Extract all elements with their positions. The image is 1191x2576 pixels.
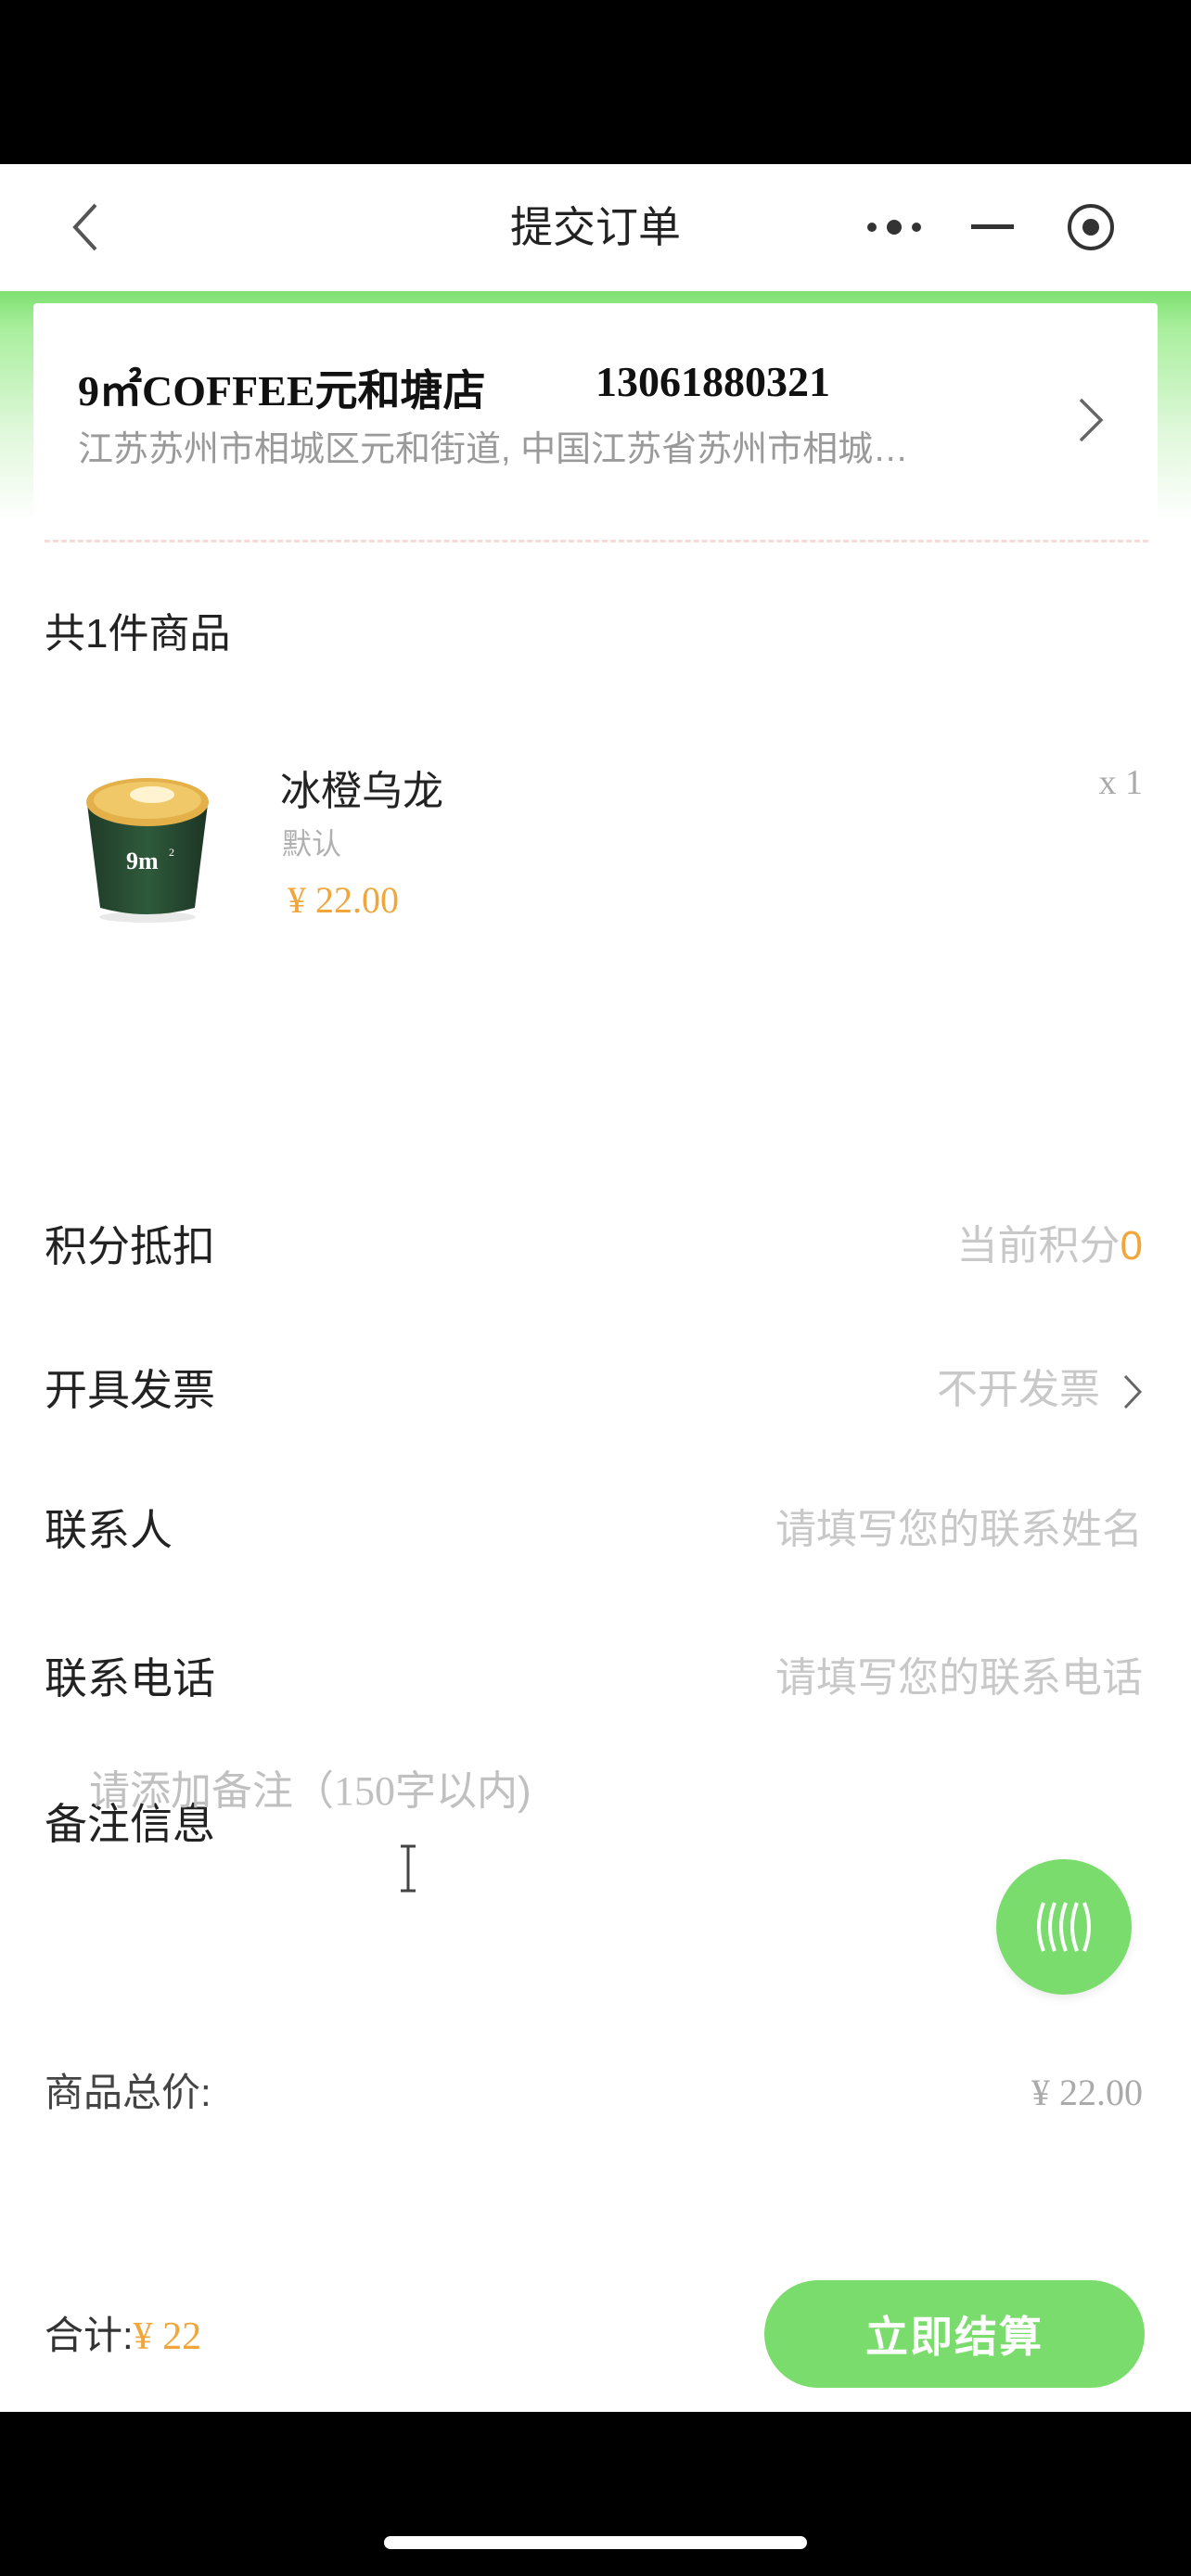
text-cursor-icon: [401, 1844, 416, 1893]
points-number: 0: [1120, 1223, 1143, 1269]
product-price: ¥ 22.00: [288, 879, 399, 921]
phone-input[interactable]: 请填写您的联系电话: [775, 1627, 1143, 1729]
mini-program-capsule: [853, 192, 1132, 262]
sum-label: 合计:: [45, 2314, 134, 2357]
nav-bar: 提交订单: [0, 164, 1191, 291]
order-screen: 提交订单 9㎡COFFEE元和塘店 13061880321 江苏苏州市相城区元和…: [0, 164, 1191, 2412]
sum-value: ¥ 22: [133, 2315, 202, 2358]
store-phone: 13061880321: [596, 358, 830, 405]
home-indicator[interactable]: [384, 2536, 807, 2549]
product-quantity: x 1: [1098, 763, 1144, 802]
svg-text:2: 2: [169, 846, 174, 859]
item-count-label: 共1件商品: [45, 611, 231, 657]
invoice-label: 开具发票: [45, 1366, 215, 1414]
minus-icon: [971, 224, 1014, 229]
points-value: 当前积分0: [957, 1195, 1143, 1297]
minimize-button[interactable]: [952, 192, 1033, 262]
contact-label: 联系人: [45, 1506, 173, 1554]
product-spec: 默认: [282, 827, 342, 861]
more-button[interactable]: [853, 192, 935, 262]
close-button[interactable]: [1050, 192, 1132, 262]
svg-text:9m: 9m: [126, 848, 159, 874]
bottom-area: [0, 2412, 1191, 2576]
points-prefix: 当前积分: [956, 1223, 1121, 1269]
contact-name-input[interactable]: 请填写您的联系姓名: [775, 1479, 1143, 1581]
invoice-row[interactable]: 开具发票 不开发票: [0, 1339, 1191, 1441]
divider: [45, 540, 1148, 542]
product-image: 9m 2: [86, 778, 209, 923]
sum-total: 合计:¥ 22: [45, 2260, 201, 2412]
target-circle-icon: [1068, 204, 1114, 250]
phone-row: 联系电话 请填写您的联系电话: [0, 1627, 1191, 1729]
phone-label: 联系电话: [45, 1654, 215, 1702]
product-name: 冰橙乌龙: [280, 769, 443, 814]
points-row[interactable]: 积分抵扣 当前积分0: [0, 1195, 1191, 1297]
more-dots-icon: [867, 220, 921, 235]
chevron-right-icon: [1079, 398, 1104, 442]
chevron-left-icon: [72, 203, 97, 251]
checkout-button[interactable]: 立即结算: [764, 2280, 1145, 2388]
remark-placeholder-a: 请添加备注（: [89, 1768, 334, 1814]
store-address: 江苏苏州市相城区元和街道, 中国江苏省苏州市相城…: [78, 430, 909, 469]
invoice-status: 不开发票: [937, 1367, 1100, 1412]
floating-action-button[interactable]: [996, 1859, 1132, 1995]
contact-row: 联系人 请填写您的联系姓名: [0, 1479, 1191, 1581]
wave-lines-icon: [1037, 1902, 1091, 1952]
chevron-right-icon: [1123, 1375, 1143, 1409]
invoice-value: 不开发票: [937, 1339, 1143, 1441]
back-button[interactable]: [58, 198, 113, 257]
checkout-bar: 合计:¥ 22 立即结算: [0, 2260, 1191, 2412]
goods-total-label: 商品总价:: [45, 2071, 211, 2114]
store-card[interactable]: 9㎡COFFEE元和塘店 13061880321 江苏苏州市相城区元和街道, 中…: [33, 303, 1158, 526]
goods-total-row: 商品总价: ¥ 22.00: [0, 2047, 1191, 2139]
remark-textarea[interactable]: 请添加备注（150字以内): [89, 1757, 531, 1817]
store-arrow[interactable]: [1063, 383, 1119, 457]
remark-placeholder-b: 字以内): [395, 1768, 531, 1814]
points-label: 积分抵扣: [45, 1222, 215, 1270]
remark-placeholder-num: 150: [334, 1768, 395, 1814]
goods-total-value: ¥ 22.00: [1031, 2072, 1143, 2113]
status-area: [0, 0, 1191, 164]
store-name: 9㎡COFFEE元和塘店: [78, 367, 486, 414]
